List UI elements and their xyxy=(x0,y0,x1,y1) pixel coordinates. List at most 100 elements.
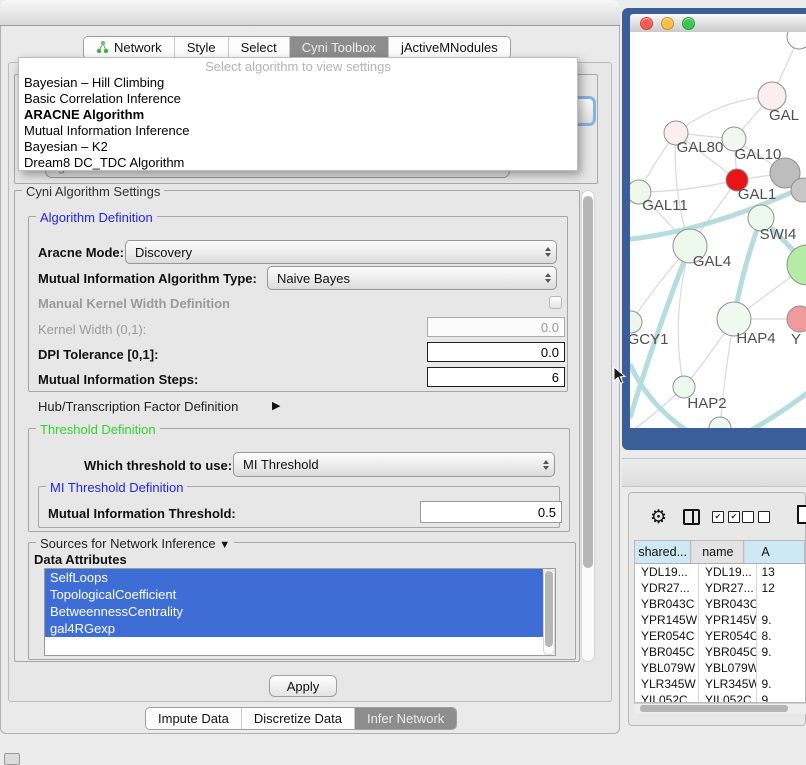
node-label: GCY1 xyxy=(630,331,668,348)
table-cell[interactable]: 9 xyxy=(756,692,805,703)
table-cell[interactable]: YBL079W xyxy=(635,660,698,676)
table-cell[interactable]: YER054C xyxy=(635,628,698,644)
table-cell[interactable]: YDL19... xyxy=(635,564,698,580)
mi-algorithm-type-combobox[interactable]: Naive Bayes xyxy=(267,266,557,290)
table-cell[interactable] xyxy=(756,660,805,676)
table-row[interactable]: YDL19...YDL19...13 xyxy=(635,564,805,580)
network-canvas[interactable]: GALGAL80GAL10GAL1GAL11SWI4GAL4GCY1HAP4YH… xyxy=(630,32,806,428)
algorithm-option[interactable]: Bayesian – K2 xyxy=(19,139,577,155)
zoom-traffic-light[interactable] xyxy=(682,17,695,30)
list-item[interactable]: TopologicalCoefficient xyxy=(45,586,543,603)
table-cell[interactable]: YLR345W xyxy=(635,676,698,692)
which-threshold-combobox[interactable]: MI Threshold xyxy=(233,452,555,477)
gear-icon[interactable]: ⚙ xyxy=(650,506,667,529)
network-node[interactable] xyxy=(787,306,806,332)
network-edge[interactable] xyxy=(639,180,737,192)
algorithm-option[interactable]: Bayesian – Hill Climbing xyxy=(19,75,577,91)
algorithm-option-selected[interactable]: ARACNE Algorithm xyxy=(19,107,577,123)
table-cell[interactable]: YDL19... xyxy=(698,564,756,580)
table-cell[interactable]: YBR045C xyxy=(698,644,756,660)
table-cell[interactable]: YPR145W xyxy=(635,612,698,628)
tab-select[interactable]: Select xyxy=(229,37,290,58)
table-row[interactable]: YBR045CYBR045C9. xyxy=(635,644,805,660)
table-cell[interactable]: 8. xyxy=(756,628,805,644)
hub-definition-label[interactable]: Hub/Transcription Factor Definition xyxy=(38,399,238,414)
algorithm-option[interactable]: Dream8 DC_TDC Algorithm xyxy=(19,155,577,171)
aracne-mode-combobox[interactable]: Discovery xyxy=(125,240,557,264)
list-scrollbar-thumb[interactable] xyxy=(545,571,553,647)
document-icon[interactable] xyxy=(797,505,806,524)
table-row[interactable]: YBL079WYBL079W xyxy=(635,660,805,676)
table-cell[interactable]: 9. xyxy=(756,644,805,660)
algorithm-definition-title: Algorithm Definition xyxy=(36,210,157,225)
algorithm-option[interactable]: Basic Correlation Inference xyxy=(19,91,577,107)
table-cell[interactable]: YBL079W xyxy=(698,660,756,676)
table-row[interactable]: YLR345WYLR345W9. xyxy=(635,676,805,692)
column-header-name[interactable]: name xyxy=(691,541,744,563)
table-hscrollbar-thumb[interactable] xyxy=(640,705,788,712)
table-row[interactable]: YDR27...YDR27...12 xyxy=(635,580,805,596)
minimize-traffic-light[interactable] xyxy=(661,17,674,30)
aracne-mode-label: Aracne Mode: xyxy=(38,245,124,260)
table-row[interactable]: YPR145WYPR145W9. xyxy=(635,612,805,628)
table-cell[interactable]: YBR043C xyxy=(635,596,698,612)
table-cell[interactable]: YDR27... xyxy=(635,580,698,596)
kernel-width-field[interactable] xyxy=(427,317,565,337)
list-item[interactable]: gal4RGexp xyxy=(45,620,543,637)
table-cell[interactable]: 13 xyxy=(756,564,805,580)
collapse-down-icon[interactable]: ▼ xyxy=(219,539,230,551)
table-cell[interactable]: YLR345W xyxy=(698,676,756,692)
table-cell[interactable]: YPR145W xyxy=(698,612,756,628)
unchecked-boxes-icon[interactable] xyxy=(742,511,770,523)
dpi-tolerance-field[interactable] xyxy=(427,342,565,362)
minimized-panel-icon[interactable] xyxy=(4,753,20,765)
table-panel-titlebar[interactable] xyxy=(622,458,806,487)
column-header-partial[interactable]: A xyxy=(744,541,805,563)
network-edge[interactable] xyxy=(748,388,806,428)
split-columns-icon[interactable] xyxy=(683,509,700,525)
table-row[interactable]: YER054CYER054C8. xyxy=(635,628,805,644)
apply-button[interactable]: Apply xyxy=(269,675,337,697)
tab-impute-data[interactable]: Impute Data xyxy=(146,708,242,729)
list-item[interactable]: BetweennessCentrality xyxy=(45,603,543,620)
table-row[interactable]: YIL052CYIL052C9 xyxy=(635,692,805,703)
algorithm-option[interactable]: Mutual Information Inference xyxy=(19,123,577,139)
tab-style[interactable]: Style xyxy=(175,37,229,58)
tab-cyni-toolbox[interactable]: Cyni Toolbox xyxy=(290,37,389,58)
list-item[interactable]: SelfLoops xyxy=(45,569,543,586)
checked-boxes-icon[interactable]: ✔ ✔ xyxy=(712,511,740,523)
node-label: GAL4 xyxy=(693,253,731,270)
control-panel-titlebar[interactable] xyxy=(0,0,620,26)
table-row[interactable]: YBR043CYBR043C xyxy=(635,596,805,612)
column-header-shared-name[interactable]: shared... xyxy=(635,541,691,563)
manual-kernel-width-checkbox[interactable] xyxy=(549,296,562,309)
table-cell[interactable]: YBR045C xyxy=(635,644,698,660)
expand-right-icon[interactable]: ▶ xyxy=(272,399,280,412)
table-cell[interactable]: YIL052C xyxy=(635,692,698,703)
network-node[interactable] xyxy=(787,245,806,285)
close-traffic-light[interactable] xyxy=(640,17,653,30)
network-edge[interactable] xyxy=(676,96,772,133)
table-cell[interactable] xyxy=(756,596,805,612)
settings-scrollbar-thumb[interactable] xyxy=(583,196,593,568)
sources-title[interactable]: Sources for Network Inference ▼ xyxy=(36,536,234,551)
tab-jactivemnodules[interactable]: jActiveMNodules xyxy=(389,37,510,58)
table-cell[interactable]: YIL052C xyxy=(698,692,756,703)
network-node[interactable] xyxy=(630,311,642,333)
table-cell[interactable]: 12 xyxy=(756,580,805,596)
tab-network[interactable]: Network xyxy=(84,37,175,58)
network-node[interactable] xyxy=(758,82,786,110)
table-cell[interactable]: YDR27... xyxy=(698,580,756,596)
network-node[interactable] xyxy=(787,32,806,49)
tab-discretize-data[interactable]: Discretize Data xyxy=(242,708,355,729)
table-cell[interactable]: 9. xyxy=(756,676,805,692)
network-node[interactable] xyxy=(709,417,731,428)
table-cell[interactable]: YBR043C xyxy=(698,596,756,612)
tab-infer-network[interactable]: Infer Network xyxy=(355,708,456,729)
kernel-width-label: Kernel Width (0,1): xyxy=(38,322,146,337)
network-window-titlebar[interactable] xyxy=(630,14,806,32)
mi-threshold-field[interactable] xyxy=(420,501,562,523)
table-cell[interactable]: YER054C xyxy=(698,628,756,644)
table-cell[interactable]: 9. xyxy=(756,612,805,628)
mi-steps-field[interactable] xyxy=(427,367,565,387)
